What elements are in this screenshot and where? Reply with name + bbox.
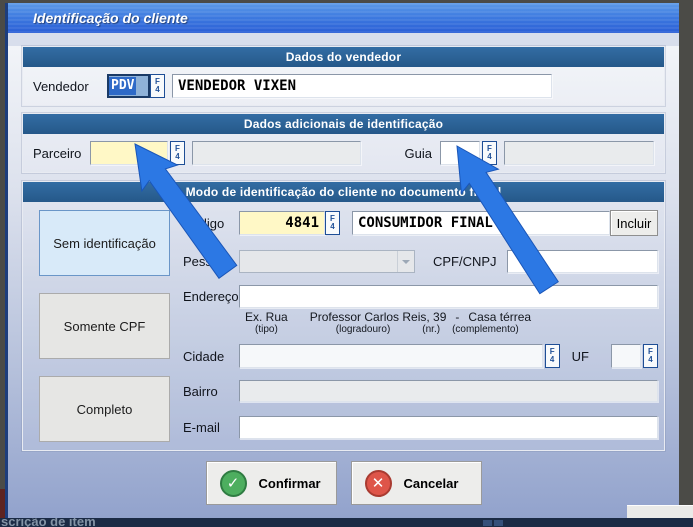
client-identification-dialog: Identificação do cliente Dados do vended…: [5, 3, 679, 518]
cancel-button[interactable]: ✕ Cancelar: [351, 461, 482, 505]
uf-field[interactable]: [611, 344, 641, 368]
hint-nr: (nr.): [422, 324, 440, 335]
f4-label-bottom: 4: [487, 153, 491, 161]
f4-label-bottom: 4: [550, 356, 554, 364]
screen: scrição de item Identificação do cliente…: [0, 0, 693, 527]
vendor-section: Dados do vendedor Vendedor PDV F 4 VENDE…: [22, 46, 665, 106]
cpf-cnpj-label: CPF/CNPJ: [433, 254, 497, 269]
additional-section: Dados adicionais de identificação Parcei…: [22, 113, 665, 173]
cidade-f4-lookup-button[interactable]: F 4: [545, 344, 560, 368]
pessoa-select[interactable]: [239, 250, 415, 273]
vendedor-name-value: VENDEDOR VIXEN: [173, 75, 551, 97]
guia-f4-lookup-button[interactable]: F 4: [482, 141, 497, 165]
endereco-field[interactable]: [239, 285, 658, 308]
background-statusbar: scrição de item: [0, 518, 693, 527]
background-statusbar-text: scrição de item: [1, 518, 96, 527]
confirm-button-label: Confirmar: [259, 476, 321, 491]
hint-example: Ex. Rua: [245, 310, 288, 324]
hint-dash: -: [455, 310, 459, 324]
endereco-label: Endereço: [183, 289, 239, 304]
mode-fields-column: Código 4841 F 4 CONSUMIDOR FINAL: [171, 202, 674, 442]
pessoa-label: Pessoa: [183, 254, 239, 269]
parceiro-f4-lookup-button[interactable]: F 4: [170, 141, 185, 165]
address-hint: Ex. Rua Professor Carlos Reis, 39 - Casa…: [245, 310, 658, 335]
dialog-footer: ✓ Confirmar ✕ Cancelar: [22, 461, 665, 505]
hint-street: Professor Carlos Reis, 39: [310, 310, 447, 324]
x-circle-icon: ✕: [365, 470, 392, 497]
x-glyph: ✕: [372, 474, 385, 492]
cidade-label: Cidade: [183, 349, 239, 364]
parceiro-code-field[interactable]: [90, 141, 168, 165]
uf-label: UF: [572, 349, 589, 364]
dialog-title: Identificação do cliente: [33, 10, 188, 26]
check-glyph: ✓: [227, 474, 240, 492]
mode-section-header: Modo de identificação do cliente no docu…: [23, 182, 664, 202]
vendor-section-header: Dados do vendedor: [23, 47, 664, 67]
vendedor-f4-lookup-button[interactable]: F 4: [150, 74, 165, 98]
parceiro-label: Parceiro: [33, 146, 90, 161]
email-label: E-mail: [183, 420, 239, 435]
confirm-button[interactable]: ✓ Confirmar: [206, 461, 337, 505]
vendedor-code-field[interactable]: PDV: [107, 74, 150, 98]
hint-logradouro: (logradouro): [336, 324, 390, 335]
cancel-button-label: Cancelar: [404, 476, 459, 491]
statusbar-square-icon: [483, 520, 492, 526]
codigo-f4-lookup-button[interactable]: F 4: [325, 211, 340, 235]
cliente-nome-value: CONSUMIDOR FINAL: [353, 212, 609, 234]
cidade-field[interactable]: [239, 344, 543, 368]
chevron-down-icon: [397, 251, 414, 272]
check-circle-icon: ✓: [220, 470, 247, 497]
bairro-field: [239, 380, 658, 402]
mode-button-completo[interactable]: Completo: [39, 376, 170, 442]
f4-label-bottom: 4: [330, 223, 334, 231]
guia-code-field[interactable]: [440, 141, 480, 165]
additional-section-header: Dados adicionais de identificação: [23, 114, 664, 134]
guia-description-field: [504, 141, 654, 165]
vendedor-code-value: PDV: [109, 77, 136, 95]
cpf-cnpj-field[interactable]: [507, 250, 658, 273]
hint-complemento: (complemento): [452, 324, 519, 335]
dialog-body: Dados do vendedor Vendedor PDV F 4 VENDE…: [8, 46, 679, 527]
mode-button-sem-identificacao[interactable]: Sem identificação: [39, 210, 170, 276]
codigo-value: 4841: [240, 212, 324, 234]
cliente-nome-field[interactable]: CONSUMIDOR FINAL: [352, 211, 610, 235]
mode-section: Modo de identificação do cliente no docu…: [22, 181, 665, 451]
vendedor-name-field[interactable]: VENDEDOR VIXEN: [172, 74, 552, 98]
vendedor-label: Vendedor: [33, 79, 107, 94]
codigo-label: Código: [183, 216, 239, 231]
f4-label-bottom: 4: [648, 356, 652, 364]
codigo-field[interactable]: 4841: [239, 211, 325, 235]
uf-f4-lookup-button[interactable]: F 4: [643, 344, 658, 368]
guia-label: Guia: [405, 146, 432, 161]
statusbar-square-icon: [494, 520, 503, 526]
mode-buttons-column: Sem identificação Somente CPF Completo: [23, 202, 171, 442]
email-field[interactable]: [239, 416, 658, 439]
f4-label-bottom: 4: [175, 153, 179, 161]
f4-label-bottom: 4: [155, 86, 159, 94]
incluir-button[interactable]: Incluir: [610, 210, 658, 236]
mode-button-somente-cpf[interactable]: Somente CPF: [39, 293, 170, 359]
hint-complement: Casa térrea: [468, 310, 531, 324]
parceiro-description-field: [192, 141, 361, 165]
dialog-titlebar[interactable]: Identificação do cliente: [8, 3, 679, 33]
bairro-label: Bairro: [183, 384, 239, 399]
hint-tipo: (tipo): [255, 324, 278, 335]
